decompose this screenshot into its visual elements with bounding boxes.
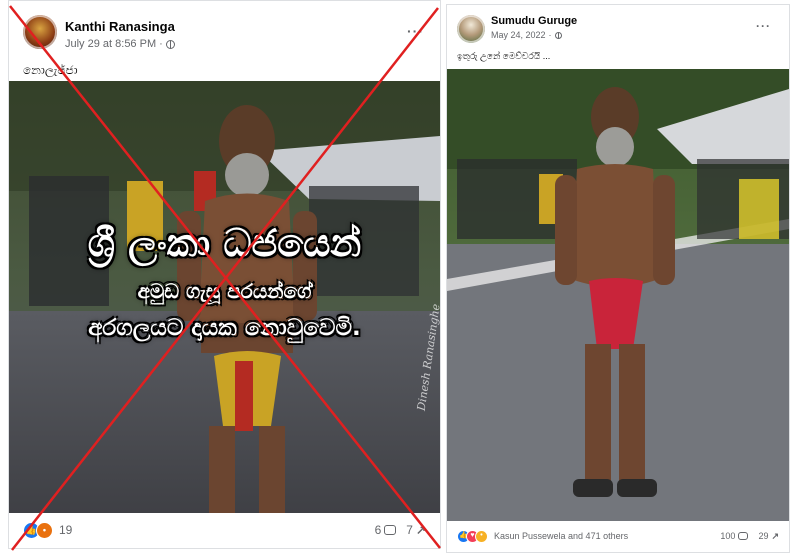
post-timestamp[interactable]: May 24, 2022: [491, 30, 546, 40]
post-timestamp[interactable]: July 29 at 8:56 PM: [65, 38, 156, 50]
overlay-line-3: අරගලයට දායක නොවුවෙමි.: [88, 315, 361, 341]
more-options-icon[interactable]: ···: [756, 19, 771, 33]
haha-icon: •: [475, 529, 488, 543]
shares-count[interactable]: 29 ↗: [758, 531, 779, 542]
overlay-line-2: අමුඩ ගැසූ පරයන්ගේ: [137, 279, 312, 303]
shares-count[interactable]: 7 ↗: [406, 523, 426, 537]
author-avatar[interactable]: [23, 15, 57, 49]
post-photo[interactable]: ශ්‍රී ලංකා ධජයෙන් අමුඩ ගැසූ පරයන්ගේ අරගල…: [9, 81, 440, 513]
post-footer: 👍 • 19 6 7 ↗: [9, 512, 440, 548]
protest-photo-graphic: [447, 69, 789, 521]
comments-count[interactable]: 6: [375, 523, 397, 537]
post-caption: ඉතුරු උනේ මෙච්චරයි ...: [457, 51, 551, 61]
author-avatar[interactable]: [457, 15, 485, 43]
reactions-summary[interactable]: 👍 • 19: [23, 521, 73, 539]
share-icon: ↗: [771, 530, 779, 541]
reactions-summary[interactable]: 👍 ♥ • Kasun Pussewela and 471 others: [457, 529, 629, 543]
share-icon: ↗: [415, 523, 426, 537]
more-options-icon[interactable]: ···: [407, 23, 424, 39]
angry-icon: •: [36, 521, 53, 539]
post-meta: May 24, 2022 ·: [491, 30, 562, 40]
comment-icon: [738, 532, 749, 540]
post-meta: July 29 at 8:56 PM ·: [65, 38, 175, 50]
overlay-headline: ශ්‍රී ලංකා ධජයෙන්: [87, 221, 362, 265]
author-name[interactable]: Kanthi Ranasinga: [65, 19, 175, 34]
comment-icon: [384, 525, 397, 535]
globe-icon: [165, 39, 175, 49]
reaction-text: Kasun Pussewela and 471 others: [494, 531, 629, 541]
globe-icon: [554, 31, 562, 39]
post-caption: නොලැජ්ජා: [23, 63, 78, 77]
facebook-post-right: Sumudu Guruge May 24, 2022 · ··· ඉතුරු උ…: [446, 4, 790, 553]
post-photo[interactable]: [447, 69, 789, 521]
facebook-post-left: Kanthi Ranasinga July 29 at 8:56 PM · ··…: [8, 0, 441, 549]
author-name[interactable]: Sumudu Guruge: [491, 15, 577, 27]
reaction-count: 19: [59, 523, 73, 537]
comments-count[interactable]: 100: [720, 531, 749, 541]
post-header: Kanthi Ranasinga July 29 at 8:56 PM · ··…: [9, 1, 440, 55]
post-footer: 👍 ♥ • Kasun Pussewela and 471 others 100…: [447, 520, 789, 552]
